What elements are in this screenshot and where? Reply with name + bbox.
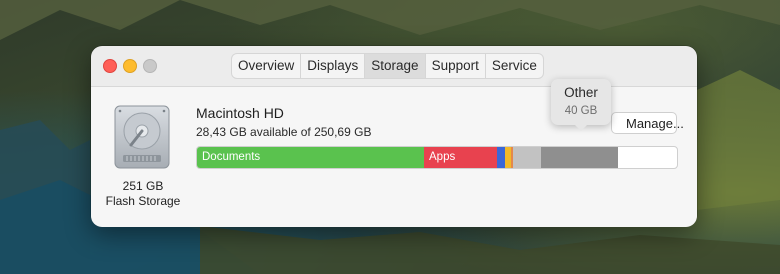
manage-button[interactable]: Manage... <box>611 112 684 134</box>
minimize-button[interactable] <box>123 59 137 73</box>
tab-storage[interactable]: Storage <box>365 54 426 78</box>
close-button[interactable] <box>103 59 117 73</box>
storage-panel: 251 GB Flash Storage Macintosh HD 28,43 … <box>91 79 697 227</box>
tab-bar: Overview Displays Storage Support Servic… <box>231 53 544 79</box>
storage-segment-blue[interactable] <box>497 147 505 168</box>
storage-segment-apps[interactable]: Apps <box>424 147 497 168</box>
storage-bar[interactable]: Documents Apps <box>196 146 678 169</box>
hard-drive-icon <box>114 105 170 169</box>
tooltip-value: 40 GB <box>564 105 598 117</box>
tab-overview[interactable]: Overview <box>232 54 302 78</box>
other-tooltip: Other 40 GB <box>551 79 611 131</box>
drive-caption: 251 GB Flash Storage <box>97 179 189 209</box>
volume-name: Macintosh HD <box>196 105 284 121</box>
tab-service[interactable]: Service <box>486 54 543 78</box>
drive-capacity: 251 GB <box>122 179 164 193</box>
about-this-mac-window: Overview Displays Storage Support Servic… <box>91 46 697 227</box>
storage-segment-documents[interactable]: Documents <box>197 147 424 168</box>
storage-segment-system[interactable] <box>513 147 541 168</box>
storage-segment-other[interactable] <box>541 147 618 168</box>
tab-displays[interactable]: Displays <box>301 54 366 78</box>
tooltip-title: Other <box>564 85 598 100</box>
volume-available: 28,43 GB available of 250,69 GB <box>196 125 372 139</box>
zoom-button[interactable] <box>143 59 157 73</box>
drive-type: Flash Storage <box>105 194 181 208</box>
tab-support[interactable]: Support <box>426 54 486 78</box>
